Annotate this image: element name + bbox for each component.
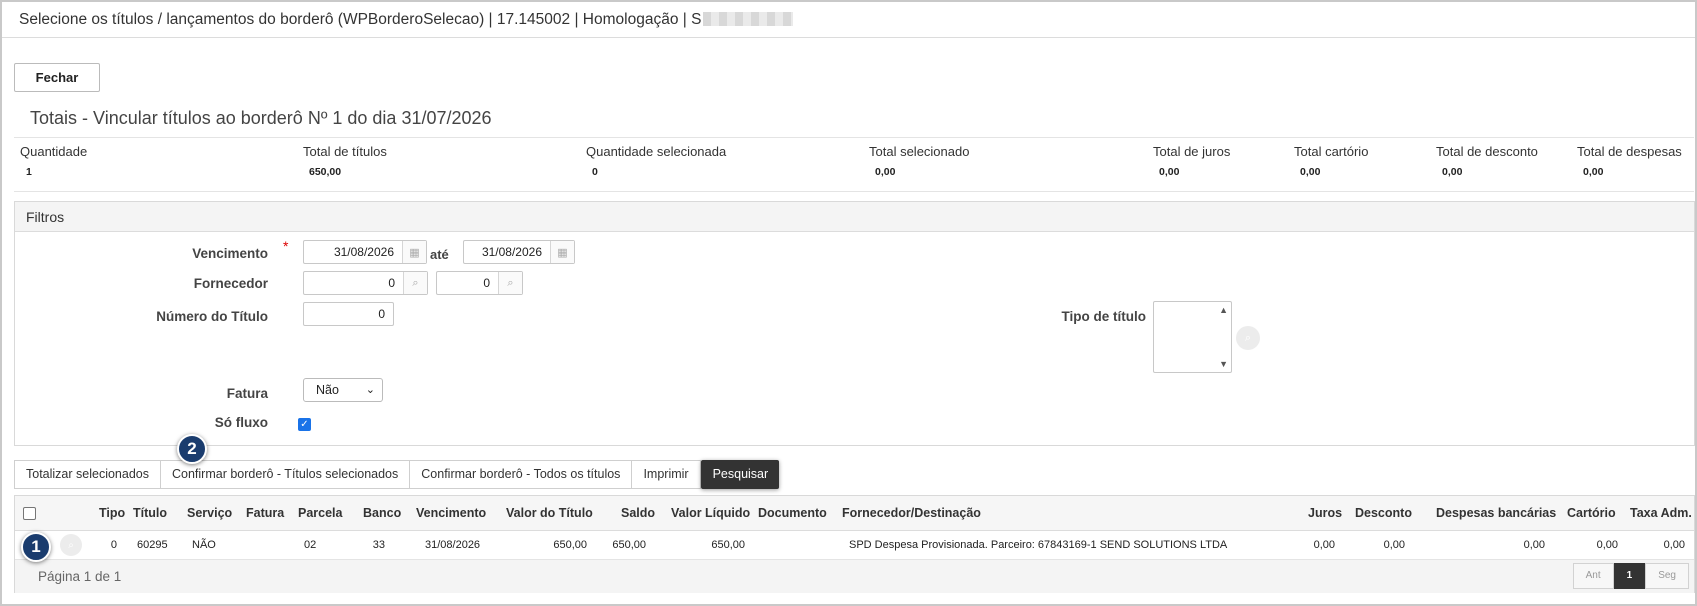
total-titulos: Total de títulos 650,00 xyxy=(303,144,387,178)
col-tipo[interactable]: Tipo xyxy=(99,506,125,520)
cell-valor-liquido: 650,00 xyxy=(711,539,745,551)
total-despesas: Total de despesas 0,00 xyxy=(1577,144,1682,178)
vencimento-to-input[interactable]: 31/08/2026 ▦ xyxy=(463,240,575,264)
search-icon[interactable]: ⌕ xyxy=(498,272,522,294)
col-servico[interactable]: Serviço xyxy=(187,506,232,520)
page-info: Página 1 de 1 xyxy=(38,569,122,584)
col-juros[interactable]: Juros xyxy=(1308,506,1342,520)
cell-parcela: 02 xyxy=(304,539,317,551)
calendar-icon[interactable]: ▦ xyxy=(402,241,426,263)
table-row[interactable]: ⌕ 0 60295 NÃO 02 33 31/08/2026 650,00 65… xyxy=(15,531,1694,560)
total-quantidade-selecionada: Quantidade selecionada 0 xyxy=(586,144,727,178)
col-valor-liquido[interactable]: Valor Líquido xyxy=(671,506,750,520)
so-fluxo-label: Só fluxo xyxy=(214,415,268,430)
total-quantidade: Quantidade 1 xyxy=(20,144,88,178)
cell-juros: 0,00 xyxy=(1313,539,1335,551)
col-vencimento[interactable]: Vencimento xyxy=(416,506,486,520)
fatura-label: Fatura xyxy=(226,386,268,401)
tipo-titulo-listbox[interactable]: ▲ ▼ xyxy=(1153,301,1232,373)
confirmar-todos-titulos-button[interactable]: Confirmar borderô - Todos os títulos xyxy=(409,460,632,489)
required-marker: * xyxy=(283,238,289,254)
col-desconto[interactable]: Desconto xyxy=(1355,506,1412,520)
col-despesas-bancarias[interactable]: Despesas bancárias xyxy=(1436,506,1556,520)
current-page-button[interactable]: 1 xyxy=(1613,563,1646,589)
titles-grid: Tipo Título Serviço Fatura Parcela Banco… xyxy=(14,495,1695,593)
divider xyxy=(14,191,1694,192)
col-documento[interactable]: Documento xyxy=(758,506,827,520)
grid-footer: Página 1 de 1 Ant 1 Seg xyxy=(15,560,1694,593)
grid-header: Tipo Título Serviço Fatura Parcela Banco… xyxy=(15,496,1694,531)
cell-servico: NÃO xyxy=(192,539,216,551)
confirmar-titulos-selecionados-button[interactable]: Confirmar borderô - Títulos selecionados xyxy=(160,460,410,489)
numero-titulo-label: Número do Título xyxy=(156,309,268,324)
cell-vencimento: 31/08/2026 xyxy=(425,539,481,551)
col-valor-titulo[interactable]: Valor do Título xyxy=(506,506,593,520)
cell-saldo: 650,00 xyxy=(612,539,646,551)
scroll-down-icon[interactable]: ▼ xyxy=(1219,359,1228,369)
total-cartorio: Total cartório 0,00 xyxy=(1294,144,1369,178)
total-selecionado: Total selecionado 0,00 xyxy=(869,144,970,178)
annotation-badge-2: 2 xyxy=(177,434,207,464)
col-banco[interactable]: Banco xyxy=(363,506,401,520)
vencimento-from-input[interactable]: 31/08/2026 ▦ xyxy=(303,240,427,264)
cell-desconto: 0,00 xyxy=(1383,539,1405,551)
fornecedor-label: Fornecedor xyxy=(193,276,268,291)
select-all-checkbox[interactable] xyxy=(23,507,36,520)
pesquisar-button[interactable]: Pesquisar xyxy=(700,460,780,489)
cell-fornecedor: SPD Despesa Provisionada. Parceiro: 6784… xyxy=(849,539,1228,551)
vencimento-label: Vencimento xyxy=(192,246,268,261)
imprimir-button[interactable]: Imprimir xyxy=(631,460,701,489)
cell-despesas-bancarias: 0,00 xyxy=(1523,539,1545,551)
vencimento-ate-label: até xyxy=(430,247,449,262)
col-taxa-adm[interactable]: Taxa Adm. xyxy=(1630,506,1692,520)
chevron-down-icon: ⌄ xyxy=(365,384,375,396)
pagination: Ant 1 Seg xyxy=(1572,563,1689,589)
numero-titulo-input[interactable]: 0 xyxy=(303,302,394,326)
col-saldo[interactable]: Saldo xyxy=(621,506,655,520)
search-icon[interactable]: ⌕ xyxy=(403,272,427,294)
col-parcela[interactable]: Parcela xyxy=(298,506,342,520)
redacted-text xyxy=(703,12,794,26)
search-icon[interactable]: ⌕ xyxy=(60,534,82,556)
prev-page-button[interactable]: Ant xyxy=(1572,563,1614,589)
so-fluxo-checkbox[interactable]: ✓ xyxy=(298,418,311,431)
divider xyxy=(14,137,1694,138)
window-title: Selecione os títulos / lançamentos do bo… xyxy=(19,11,794,29)
tipo-titulo-label: Tipo de título xyxy=(1061,309,1147,324)
fornecedor-to-input[interactable]: 0 ⌕ xyxy=(436,271,523,295)
total-juros: Total de juros 0,00 xyxy=(1153,144,1231,178)
close-button[interactable]: Fechar xyxy=(14,63,100,92)
next-page-button[interactable]: Seg xyxy=(1645,563,1689,589)
cell-banco: 33 xyxy=(372,539,385,551)
fornecedor-from-input[interactable]: 0 ⌕ xyxy=(303,271,428,295)
filters-header: Filtros xyxy=(15,202,1694,232)
totals-title: Totais - Vincular títulos ao borderô Nº … xyxy=(30,108,492,128)
totalizar-selecionados-button[interactable]: Totalizar selecionados xyxy=(14,460,160,489)
action-toolbar: Totalizar selecionados Confirmar borderô… xyxy=(14,460,780,489)
fatura-select[interactable]: Não ⌄ xyxy=(303,378,383,402)
col-cartorio[interactable]: Cartório xyxy=(1567,506,1616,520)
col-titulo[interactable]: Título xyxy=(133,506,167,520)
title-bar: Selecione os títulos / lançamentos do bo… xyxy=(2,2,1695,38)
total-desconto: Total de desconto 0,00 xyxy=(1436,144,1538,178)
search-icon[interactable]: ⌕ xyxy=(1236,326,1260,350)
cell-titulo: 60295 xyxy=(137,539,168,551)
cell-cartorio: 0,00 xyxy=(1596,539,1618,551)
calendar-icon[interactable]: ▦ xyxy=(550,241,574,263)
cell-valor-titulo: 650,00 xyxy=(553,539,587,551)
annotation-badge-1: 1 xyxy=(21,532,51,562)
cell-taxa-adm: 0,00 xyxy=(1663,539,1685,551)
col-fatura[interactable]: Fatura xyxy=(246,506,284,520)
col-fornecedor[interactable]: Fornecedor/Destinação xyxy=(842,506,981,520)
cell-tipo: 0 xyxy=(110,539,117,551)
scroll-up-icon[interactable]: ▲ xyxy=(1219,305,1228,315)
